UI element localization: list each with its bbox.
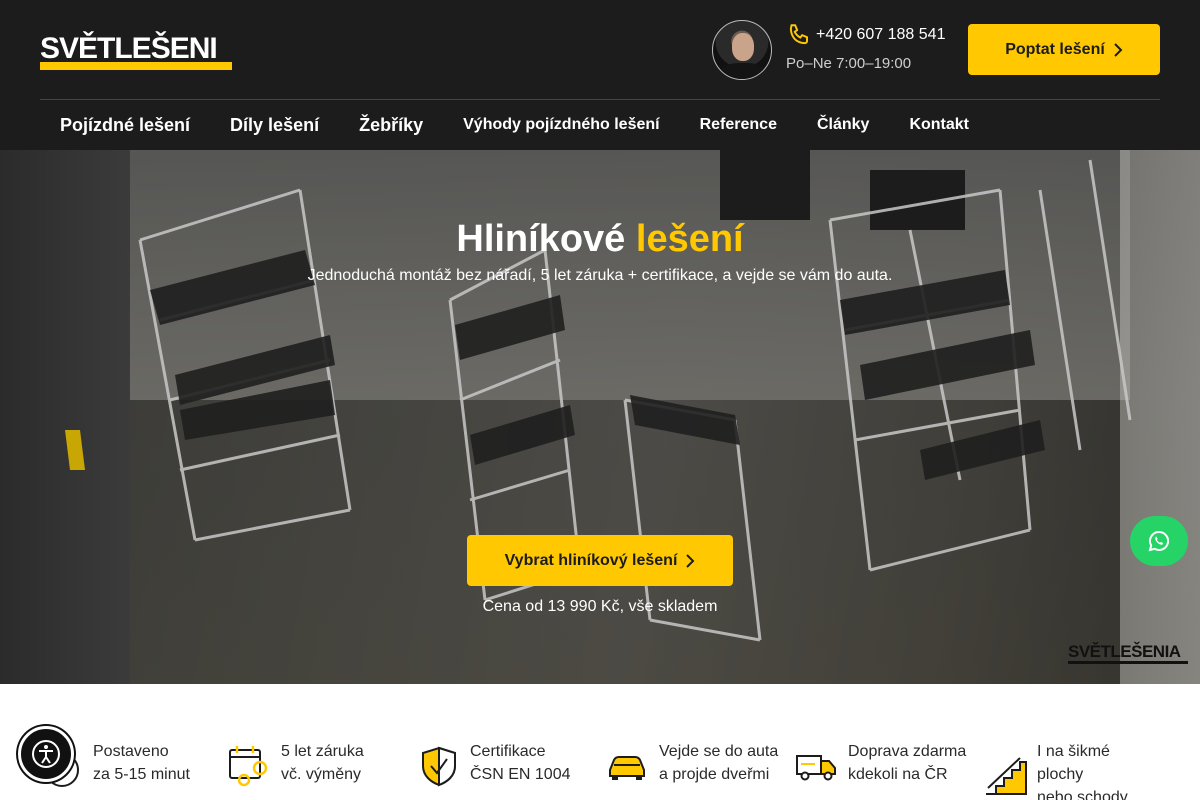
car-icon [609,756,645,780]
main-nav: Pojízdné lešení Díly lešení Žebříky Výho… [40,100,989,150]
site-header: SVĚTLEŠENI +420 607 188 541 Po–Ne 7:00–1… [0,0,1200,150]
truck-icon [796,755,836,781]
feature-line: za 5-15 minut [93,766,190,783]
phone-number[interactable]: +420 607 188 541 [816,26,945,44]
choose-scaffold-button[interactable]: Vybrat hliníkový lešení [467,535,733,586]
feature-line: Certifikace [470,743,546,760]
accessibility-icon [32,740,60,768]
feature-line: kdekoli na ČR [848,766,948,783]
feature-line: Postaveno [93,743,169,760]
avatar-face [732,33,754,61]
shield-check-icon [422,746,456,787]
feature-text: Postaveno za 5-15 minut [93,740,190,786]
feature-item: Doprava zdarma kdekoli na ČR [795,740,975,800]
feature-text: Vejde se do auta a projde dveřmi [659,740,778,786]
features-strip: Postaveno za 5-15 minut 5 let záruka vč.… [0,684,1200,800]
feature-text: I na šikmé plochy nebo schody [1037,740,1128,800]
feature-line: a projde dveřmi [659,766,770,783]
accessibility-button[interactable] [18,726,74,782]
feature-line: 5 let záruka [281,743,364,760]
feature-line: vč. výměny [281,766,362,783]
phone-icon [789,24,808,45]
feature-line: Vejde se do auta [659,743,779,760]
opening-hours: Po–Ne 7:00–19:00 [786,55,912,72]
feature-text: Certifikace ČSN EN 1004 [470,740,571,786]
feature-line: plochy [1037,766,1084,783]
feature-text: 5 let záruka vč. výměny [281,740,364,786]
whatsapp-icon [1148,530,1170,552]
hero-title-main: Hliníkové [456,218,626,260]
nav-item-pojizdne-leseni[interactable]: Pojízdné lešení [40,115,210,136]
feature-text: Doprava zdarma kdekoli na ČR [848,740,966,786]
stairs-icon [986,757,1027,795]
nav-item-clanky[interactable]: Články [797,116,889,134]
hero-title-accent: lešení [635,218,744,260]
nav-item-dily-leseni[interactable]: Díly lešení [210,115,339,136]
whatsapp-button[interactable] [1130,516,1188,566]
watermark-text: SVĚTLEŠENIA [1068,642,1181,661]
logo-text: SVĚTLEŠENI [40,32,218,65]
nav-item-vyhody[interactable]: Výhody pojízdného lešení [443,116,679,134]
watermark-logo: SVĚTLEŠENIA [1068,642,1190,664]
avatar [712,20,772,80]
hero-title: Hliníkové lešení [0,218,1200,261]
feature-item: 5 let záruka vč. výměny [228,740,398,800]
feature-line: nebo schody [1037,789,1128,800]
hero-subtitle: Jednoduchá montáž bez nářadí, 5 let záru… [307,267,893,284]
price-note: Cena od 13 990 Kč, vše skladem [482,598,718,615]
avatar-shirt [719,63,767,79]
choose-scaffold-label: Vybrat hliníkový lešení [504,551,678,569]
nav-item-reference[interactable]: Reference [680,116,797,134]
feature-line: ČSN EN 1004 [470,766,571,783]
feature-line: I na šikmé [1037,743,1110,760]
request-quote-label: Poptat lešení [1005,40,1105,58]
chevron-right-icon [1114,42,1123,57]
nav-item-kontakt[interactable]: Kontakt [889,116,989,134]
logo[interactable]: SVĚTLEŠENI [40,32,240,72]
hero-section: Hliníkové lešení Jednoduchá montáž bez n… [0,150,1200,684]
feature-item: Vejde se do auta a projde dveřmi [606,740,786,800]
logo-underline [40,62,232,70]
feature-item: I na šikmé plochy nebo schody [984,740,1154,800]
request-quote-button[interactable]: Poptat lešení [968,24,1160,75]
chevron-right-icon [686,553,695,568]
calendar-gear-icon [229,746,268,787]
feature-line: Doprava zdarma [848,743,967,760]
watermark-underline [1068,661,1188,664]
nav-item-zebriky[interactable]: Žebříky [339,115,443,136]
feature-item: Certifikace ČSN EN 1004 [417,740,587,800]
